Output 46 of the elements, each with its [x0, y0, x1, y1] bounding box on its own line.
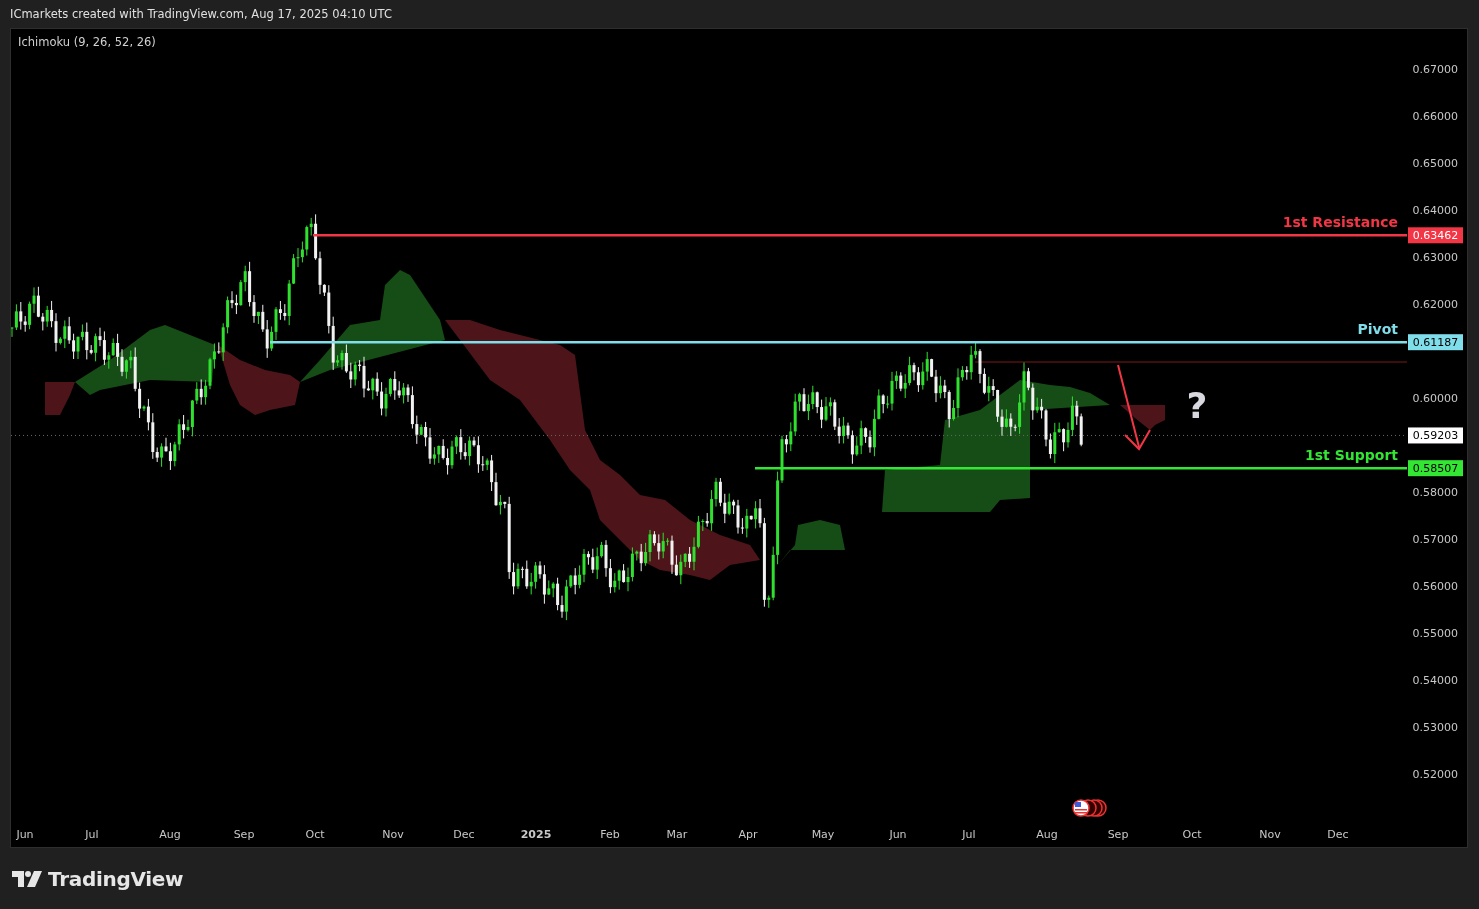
- price-axis-label: 0.65000: [1412, 157, 1458, 170]
- price-axis-label: 0.62000: [1412, 298, 1458, 311]
- time-axis-label: 2025: [520, 828, 552, 841]
- level-label: 1st Resistance: [1282, 214, 1398, 231]
- price-axis-label: 0.60000: [1412, 392, 1458, 405]
- time-axis-label: Mar: [666, 828, 688, 841]
- flag-icon: [1072, 799, 1107, 817]
- question-mark: ?: [1186, 385, 1208, 426]
- level-label: 1st Support: [1305, 447, 1398, 464]
- time-axis-label: Nov: [1259, 828, 1281, 841]
- time-axis-label: Apr: [738, 828, 758, 841]
- time-axis-label: Oct: [1182, 828, 1202, 841]
- time-axis-label: Jun: [16, 828, 34, 841]
- price-tag: 0.59203: [1408, 427, 1463, 444]
- time-axis-label: Oct: [305, 828, 325, 841]
- price-axis-label: 0.56000: [1412, 580, 1458, 593]
- time-axis-label: Feb: [600, 828, 620, 841]
- price-axis-label: 0.63000: [1412, 251, 1458, 264]
- indicator-legend: Ichimoku (9, 26, 52, 26): [18, 35, 156, 49]
- logo-icon: [12, 870, 42, 887]
- price-axis-label: 0.54000: [1412, 674, 1458, 687]
- price-tag: 0.61187: [1408, 334, 1463, 351]
- header-caption: ICmarkets created with TradingView.com, Aug 17, 2025 04:10 UTC: [10, 7, 392, 21]
- time-axis-label: Dec: [453, 828, 475, 841]
- time-axis-label: Dec: [1327, 828, 1349, 841]
- time-axis-label: Aug: [1036, 828, 1058, 841]
- time-axis-label: Jun: [889, 828, 907, 841]
- time-axis-label: Jul: [962, 828, 976, 841]
- price-tag: 0.58507: [1408, 460, 1463, 477]
- price-tag: 0.63462: [1408, 227, 1463, 244]
- price-axis-label: 0.64000: [1412, 204, 1458, 217]
- price-axis-label: 0.67000: [1412, 63, 1458, 76]
- price-axis-label: 0.58000: [1412, 486, 1458, 499]
- price-axis-label: 0.53000: [1412, 721, 1458, 734]
- time-axis-label: Aug: [159, 828, 181, 841]
- logo-text: TradingView: [48, 866, 184, 891]
- price-axis-label: 0.57000: [1412, 533, 1458, 546]
- price-axis-label: 0.66000: [1412, 110, 1458, 123]
- time-axis-label: Jul: [85, 828, 99, 841]
- level-label: Pivot: [1357, 321, 1398, 338]
- price-axis-label: 0.55000: [1412, 627, 1458, 640]
- time-axis-label: May: [811, 828, 835, 841]
- price-axis-label: 0.52000: [1412, 768, 1458, 781]
- time-axis-label: Sep: [1107, 828, 1129, 841]
- time-axis-label: Nov: [382, 828, 404, 841]
- time-axis-label: Sep: [233, 828, 255, 841]
